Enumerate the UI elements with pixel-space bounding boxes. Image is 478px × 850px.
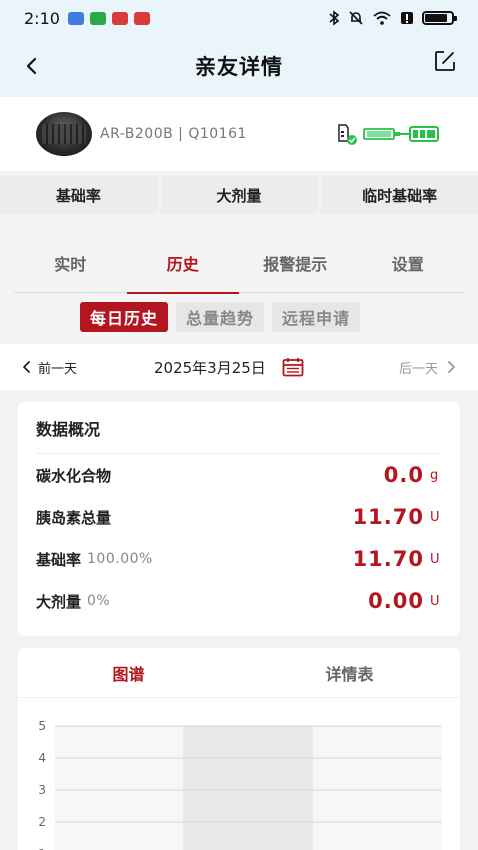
chevron-left-icon [23,361,30,373]
y-tick-label: 5 [38,719,46,733]
history-chart: 54321 [38,719,442,850]
alert-icon [401,12,413,24]
prev-day-button[interactable]: 前一天 [22,358,77,377]
status-icons [328,10,457,26]
tab-alarms[interactable]: 报警提示 [239,238,352,292]
y-tick-label: 2 [38,815,46,829]
summary-unit: g [430,467,439,483]
calendar-icon [282,358,304,377]
date-bar: 前一天 2025年3月25日 后一天 [0,344,478,390]
summary-label: 碳水化合物 [36,466,112,485]
red-app-notification-icon-2 [133,11,150,25]
main-tabs: 实时 历史 报警提示 设置 [14,238,465,294]
summary-row-bolus: 大剂量 0% 0.00 U [36,580,442,622]
page-title: 亲友详情 [195,55,283,79]
y-tick-label: 4 [38,751,46,765]
summary-label: 大剂量 [36,592,82,611]
sub-tabs: 每日历史 总量趋势 远程申请 [80,302,361,332]
current-date: 2025年3月25日 [154,358,266,377]
device-avatar [36,112,92,156]
wifi-icon [373,11,391,25]
device-status [334,121,442,147]
summary-row-basal: 基础率 100.00% 11.70 U [36,538,442,580]
tabs-section: 实时 历史 报警提示 设置 每日历史 总量趋势 远程申请 [0,226,478,344]
chart-card: 图谱 详情表 54321 [18,648,460,850]
tab-history[interactable]: 历史 [126,238,240,294]
red-app-notification-icon [111,11,128,25]
page-header: 亲友详情 [0,36,478,96]
summary-value: 11.70 [352,505,424,529]
next-day-label: 后一天 [398,361,438,377]
tab-settings[interactable]: 设置 [352,238,465,292]
edit-button[interactable] [430,46,460,76]
chevron-left-icon [26,57,37,75]
bluetooth-icon [329,10,340,26]
chart-area: 54321 [18,698,460,850]
summary-value: 11.70 [352,547,424,571]
summary-sub: 100.00% [87,551,153,567]
subtab-daily-history[interactable]: 每日历史 [80,302,169,332]
chevron-right-icon [448,361,455,373]
status-bar: 2:10 [0,0,478,36]
insulin-battery-icon [363,126,439,142]
edit-icon [435,51,455,71]
tab-detail-table[interactable]: 详情表 [239,648,460,697]
summary-value: 0.0 [383,463,424,487]
chart-tabs: 图谱 详情表 [18,648,460,698]
summary-label: 基础率 [36,550,82,569]
summary-value: 0.00 [368,589,424,613]
summary-row-insulin-total: 胰岛素总量 11.70 U [36,496,442,538]
temp-basal-button[interactable]: 临时基础率 [321,176,478,214]
next-day-button[interactable]: 后一天 [399,358,456,377]
usb-notification-icon [67,11,84,25]
reservoir-status-icon [338,124,357,145]
summary-unit: U [430,551,440,567]
prev-day-label: 前一天 [38,361,78,377]
tab-alarms-label: 报警提示 [263,255,328,275]
subtab-remote-request[interactable]: 远程申请 [272,302,361,332]
quick-actions: 基础率 大剂量 临时基础率 [0,176,478,214]
summary-label: 胰岛素总量 [36,508,112,527]
data-summary-card: 数据概况 碳水化合物 0.0 g 胰岛素总量 11.70 U 基础率 100.0… [18,402,460,636]
summary-unit: U [430,509,440,525]
basal-rate-button[interactable]: 基础率 [0,176,157,214]
summary-sub: 0% [87,593,111,609]
date-selector[interactable]: 2025年3月25日 [154,357,304,378]
back-button[interactable] [24,48,52,84]
tab-realtime[interactable]: 实时 [14,238,127,292]
device-card: AR-B200B | Q10161 [0,97,478,171]
subtab-total-trend[interactable]: 总量趋势 [176,302,265,332]
tab-chart[interactable]: 图谱 [18,648,239,697]
summary-unit: U [430,593,440,609]
status-time: 2:10 [24,8,60,28]
y-tick-label: 3 [38,783,46,797]
bolus-button[interactable]: 大剂量 [160,176,318,214]
summary-title: 数据概况 [36,402,442,454]
app-notification-icon [89,11,106,25]
battery-icon [422,11,457,25]
device-info: AR-B200B | Q10161 [100,126,247,142]
mute-bell-icon [349,11,363,25]
summary-row-carbs: 碳水化合物 0.0 g [36,454,442,496]
